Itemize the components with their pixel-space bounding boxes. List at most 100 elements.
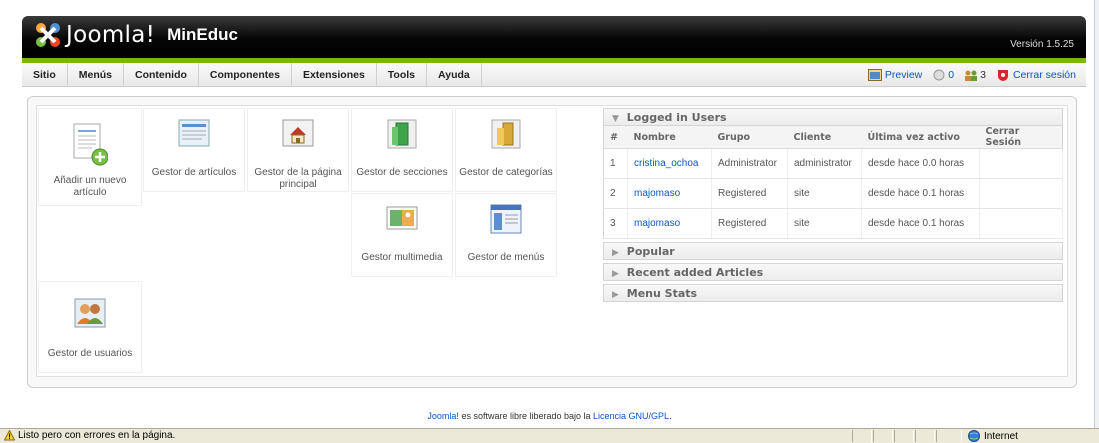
- table-row: 2 majomaso Registered site desde hace 0.…: [603, 178, 1063, 209]
- user-logout-cell[interactable]: [979, 208, 1063, 239]
- col-cerrar-sesion: Cerrar Sesión: [979, 126, 1063, 149]
- collapsed-arrow-icon: ▶: [612, 290, 619, 300]
- preview-label: Preview: [884, 69, 923, 81]
- status-cell: [915, 430, 935, 442]
- joomla-logo[interactable]: Joomla! MinEduc: [32, 20, 238, 50]
- media-manager-button[interactable]: Gestor multimedia: [351, 193, 453, 277]
- col-cliente: Cliente: [787, 126, 862, 149]
- user-name-link[interactable]: cristina_ochoa: [627, 148, 712, 179]
- menu-item-tools[interactable]: Tools: [377, 63, 428, 87]
- license-link[interactable]: Licencia GNU/GPL: [593, 411, 669, 421]
- footer-text: es software libre liberado bajo la: [461, 411, 591, 421]
- frontpage-manager-button[interactable]: Gestor de la página principal: [247, 108, 349, 192]
- collapsed-arrow-icon: ▶: [612, 269, 619, 279]
- menu-stats-panel-header[interactable]: ▶ Menu Stats: [603, 284, 1063, 302]
- row-number: 1: [603, 148, 628, 179]
- menu-manager-icon: [490, 204, 522, 234]
- section-manager-label: Gestor de secciones: [356, 167, 448, 178]
- menu-item-sitio[interactable]: Sitio: [22, 63, 68, 87]
- preview-link[interactable]: Preview: [867, 69, 923, 81]
- section-manager-button[interactable]: Gestor de secciones: [351, 108, 453, 192]
- user-name-link[interactable]: majomaso: [627, 178, 712, 209]
- browser-page: Joomla! MinEduc Versión 1.5.25 Sitio Men…: [0, 0, 1099, 443]
- page-footer: Joomla! es software libre liberado bajo …: [0, 411, 1099, 421]
- col-ultima-vez: Última vez activo: [861, 126, 980, 149]
- user-last-active: desde hace 0.1 horas: [861, 178, 980, 209]
- frontpage-manager-label: Gestor de la página principal: [254, 167, 342, 190]
- user-client: site: [787, 178, 862, 209]
- logged-users-table: # Nombre Grupo Cliente Última vez activo…: [603, 126, 1063, 239]
- category-manager-button[interactable]: Gestor de categorías: [455, 108, 557, 192]
- col-grupo: Grupo: [711, 126, 788, 149]
- table-row: 3 majomaso Registered site desde hace 0.…: [603, 208, 1063, 239]
- recent-articles-title: Recent added Articles: [626, 266, 764, 279]
- status-cell: [894, 430, 914, 442]
- user-name-link[interactable]: majomaso: [627, 208, 712, 239]
- logged-users-header[interactable]: ▼ Logged in Users: [603, 108, 1063, 126]
- frontpage-manager-icon: [282, 119, 314, 147]
- menu-item-extensiones[interactable]: Extensiones: [292, 63, 377, 87]
- menu-status-area: Preview 0 3 Cerrar sesión: [858, 63, 1076, 87]
- menu-item-ayuda[interactable]: Ayuda: [427, 63, 482, 87]
- logout-icon: [997, 70, 1008, 81]
- menu-manager-label: Gestor de menús: [467, 252, 545, 263]
- menu-item-contenido[interactable]: Contenido: [124, 63, 199, 87]
- user-manager-icon: [74, 298, 106, 328]
- logout-link[interactable]: Cerrar sesión: [996, 69, 1076, 81]
- browser-status-bar: Listo pero con errores en la página. Int…: [0, 428, 1099, 443]
- joomla-logo-icon: [36, 23, 60, 47]
- menu-manager-button[interactable]: Gestor de menús: [455, 193, 557, 277]
- footer-tail: .: [669, 411, 672, 421]
- admin-menubar: Sitio Menús Contenido Componentes Extens…: [22, 63, 1086, 87]
- user-manager-label: Gestor de usuarios: [47, 348, 133, 359]
- messages-count: 0: [948, 69, 955, 81]
- recent-articles-panel-header[interactable]: ▶ Recent added Articles: [603, 263, 1063, 281]
- user-last-active: desde hace 0.1 horas: [861, 208, 980, 239]
- user-logout-cell[interactable]: [979, 148, 1063, 179]
- users-online-icon: [965, 70, 978, 81]
- article-manager-icon: [178, 119, 210, 147]
- security-zone[interactable]: Internet: [968, 430, 1018, 442]
- status-cell: [852, 430, 872, 442]
- media-manager-label: Gestor multimedia: [361, 252, 443, 263]
- user-logout-cell[interactable]: [979, 178, 1063, 209]
- version-label: Versión 1.5.25: [1010, 39, 1074, 50]
- add-article-button[interactable]: Añadir un nuevo artículo: [38, 108, 142, 206]
- zone-label: Internet: [984, 430, 1018, 442]
- user-client: administrator: [787, 148, 862, 179]
- row-number: 3: [603, 208, 628, 239]
- menu-stats-title: Menu Stats: [626, 287, 698, 300]
- logout-label: Cerrar sesión: [1012, 69, 1076, 81]
- article-manager-label: Gestor de artículos: [151, 167, 237, 178]
- joomla-link[interactable]: Joomla!: [427, 411, 459, 421]
- main-menu: Sitio Menús Contenido Componentes Extens…: [22, 63, 482, 87]
- article-manager-button[interactable]: Gestor de artículos: [143, 108, 245, 192]
- page-error-icon[interactable]: [4, 430, 15, 441]
- user-group: Registered: [711, 208, 788, 239]
- menu-item-componentes[interactable]: Componentes: [199, 63, 292, 87]
- popular-panel-header[interactable]: ▶ Popular: [603, 242, 1063, 260]
- add-article-label: Añadir un nuevo artículo: [53, 175, 127, 198]
- section-manager-icon: [387, 119, 417, 149]
- admin-header: Joomla! MinEduc Versión 1.5.25: [22, 16, 1086, 58]
- add-article-icon: [73, 123, 108, 166]
- site-name: MinEduc: [167, 25, 238, 44]
- category-manager-label: Gestor de categorías: [459, 167, 553, 178]
- users-online-indicator[interactable]: 3: [964, 69, 986, 81]
- vertical-scrollbar[interactable]: [1094, 0, 1099, 428]
- user-client: site: [787, 208, 862, 239]
- table-header-row: # Nombre Grupo Cliente Última vez activo…: [603, 126, 1063, 149]
- category-manager-icon: [491, 119, 521, 149]
- popular-title: Popular: [626, 245, 675, 258]
- menu-item-menus[interactable]: Menús: [68, 63, 125, 87]
- logo-text: Joomla!: [66, 22, 156, 48]
- globe-icon: [968, 430, 980, 442]
- messages-indicator[interactable]: 0: [932, 69, 954, 81]
- media-manager-icon: [386, 206, 418, 230]
- user-group: Administrator: [711, 148, 788, 179]
- status-message: Listo pero con errores en la página.: [18, 430, 176, 441]
- modules-panel: ▼ Logged in Users # Nombre Grupo Cliente…: [603, 108, 1063, 302]
- user-manager-button[interactable]: Gestor de usuarios: [38, 281, 142, 373]
- collapsed-arrow-icon: ▶: [612, 248, 619, 258]
- preview-icon: [867, 69, 882, 81]
